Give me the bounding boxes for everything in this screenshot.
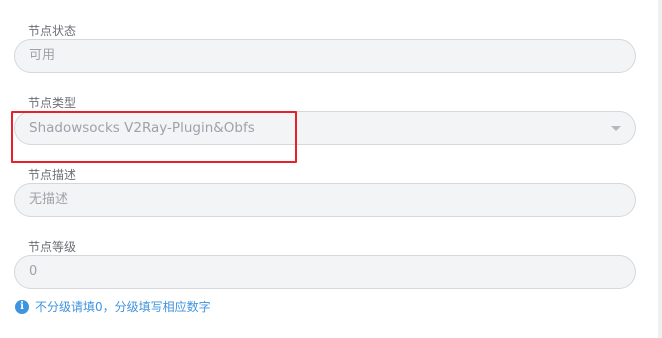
node-type-label: 节点类型 bbox=[28, 96, 77, 110]
node-status-value: 可用 bbox=[29, 48, 56, 63]
node-level-label: 节点等级 bbox=[28, 240, 77, 254]
node-description-field[interactable]: 无描述 bbox=[14, 183, 636, 217]
node-status-field[interactable]: 可用 bbox=[14, 39, 636, 73]
info-icon: i bbox=[15, 300, 29, 314]
node-level-field[interactable]: 0 bbox=[14, 255, 636, 289]
node-description-value: 无描述 bbox=[29, 192, 69, 207]
node-settings-form: 节点状态 可用 节点类型 Shadowsocks V2Ray-Plugin&Ob… bbox=[0, 0, 662, 338]
node-level-hint: i 不分级请填0，分级填写相应数字 bbox=[15, 299, 211, 315]
node-level-value: 0 bbox=[29, 264, 38, 279]
panel-edge bbox=[658, 0, 662, 338]
chevron-down-icon[interactable] bbox=[611, 126, 621, 131]
hint-text: 不分级请填0，分级填写相应数字 bbox=[35, 300, 211, 314]
node-description-label: 节点描述 bbox=[28, 168, 77, 182]
node-type-value: Shadowsocks V2Ray-Plugin&Obfs bbox=[29, 120, 255, 136]
node-type-select[interactable]: Shadowsocks V2Ray-Plugin&Obfs bbox=[14, 111, 636, 145]
node-status-label: 节点状态 bbox=[28, 24, 77, 38]
